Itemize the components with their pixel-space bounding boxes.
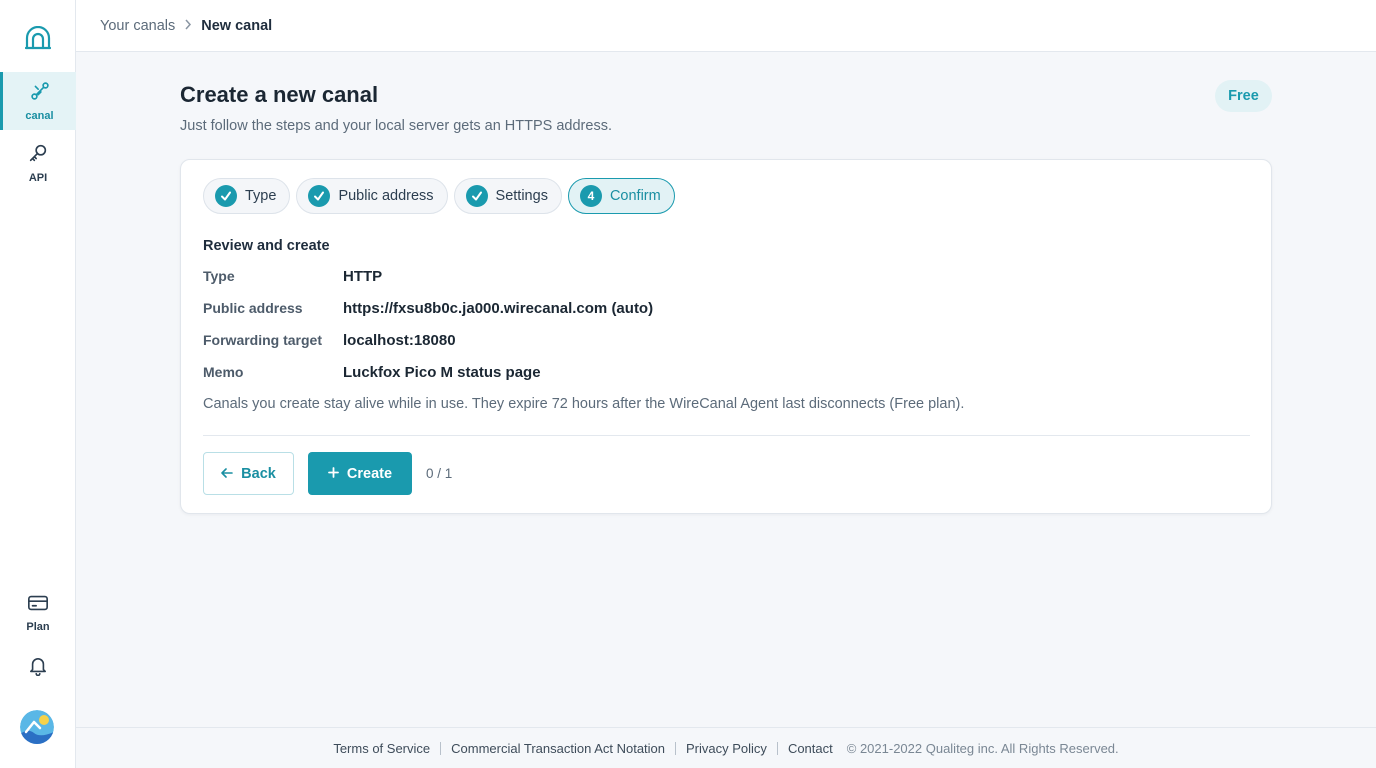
review-key: Forwarding target [203, 332, 323, 348]
avatar[interactable] [20, 710, 54, 744]
expiry-note: Canals you create stay alive while in us… [203, 396, 965, 412]
review-row-type: Type HTTP [203, 268, 382, 285]
review-title: Review and create [203, 238, 330, 254]
arrow-left-icon [221, 466, 233, 482]
footer-link-terms[interactable]: Terms of Service [333, 741, 430, 756]
create-button[interactable]: Create [308, 452, 412, 495]
breadcrumb: Your canals New canal [76, 0, 1376, 52]
footer-link-contact[interactable]: Contact [788, 741, 833, 756]
plan-badge: Free [1215, 80, 1272, 112]
step-confirm[interactable]: 4 Confirm [567, 178, 675, 214]
review-row-memo: Memo Luckfox Pico M status page [203, 364, 541, 381]
sidebar-item-label: Plan [26, 621, 50, 633]
plus-icon [328, 466, 339, 482]
bell-icon[interactable] [0, 652, 76, 680]
step-label: Type [245, 188, 277, 204]
create-canal-card: Type Public address Settings 4 Confirm R… [180, 159, 1272, 514]
key-icon [27, 142, 49, 169]
sidebar-item-api[interactable]: API [0, 134, 76, 192]
breadcrumb-your-canals-link[interactable]: Your canals [100, 18, 175, 34]
review-value: https://fxsu8b0c.ja000.wirecanal.com (au… [343, 300, 654, 317]
review-value: Luckfox Pico M status page [343, 364, 541, 381]
step-label: Settings [495, 188, 548, 204]
chevron-right-icon [184, 18, 192, 33]
footer-link-privacy[interactable]: Privacy Policy [686, 741, 767, 756]
footer-divider [440, 741, 442, 755]
page-title: Create a new canal [180, 82, 379, 107]
review-key: Type [203, 268, 235, 284]
sidebar-item-canal[interactable]: canal [0, 72, 76, 130]
footer: Terms of Service Commercial Transaction … [76, 727, 1376, 768]
review-value: localhost:18080 [343, 332, 456, 349]
sidebar-item-label: API [28, 172, 48, 184]
check-icon [465, 185, 488, 207]
copyright: © 2021-2022 Qualiteg inc. All Rights Res… [846, 740, 1119, 756]
review-row-public-address: Public address https://fxsu8b0c.ja000.wi… [203, 300, 653, 317]
sidebar-item-plan[interactable]: Plan [0, 584, 76, 642]
footer-link-commercial-transaction[interactable]: Commercial Transaction Act Notation [451, 741, 665, 756]
step-number: 4 [579, 185, 602, 207]
review-key: Memo [203, 364, 244, 380]
review-row-forwarding-target: Forwarding target localhost:18080 [203, 332, 456, 349]
check-icon [308, 185, 331, 207]
step-public-address[interactable]: Public address [296, 178, 448, 214]
create-button-label: Create [346, 465, 393, 482]
wizard-steps: Type Public address Settings 4 Confirm [203, 178, 675, 214]
review-key: Public address [203, 300, 303, 316]
page-subtitle: Just follow the steps and your local ser… [180, 118, 612, 134]
footer-divider [776, 741, 778, 755]
sidebar-item-label: canal [25, 110, 54, 122]
divider [203, 435, 1250, 436]
review-value: HTTP [343, 268, 383, 285]
step-settings[interactable]: Settings [453, 178, 562, 214]
wirecanal-logo-icon[interactable] [0, 18, 76, 58]
step-label: Public address [338, 188, 434, 204]
back-button-label: Back [241, 465, 276, 482]
credit-card-icon [27, 593, 49, 618]
sidebar: canal API Plan [0, 0, 76, 768]
step-label: Confirm [609, 188, 661, 204]
link-icon [29, 80, 51, 107]
breadcrumb-current: New canal [201, 17, 273, 34]
canal-count: 0 / 1 [426, 466, 453, 481]
step-type[interactable]: Type [203, 178, 291, 214]
footer-divider [675, 741, 677, 755]
check-icon [215, 185, 237, 207]
back-button[interactable]: Back [203, 452, 294, 495]
